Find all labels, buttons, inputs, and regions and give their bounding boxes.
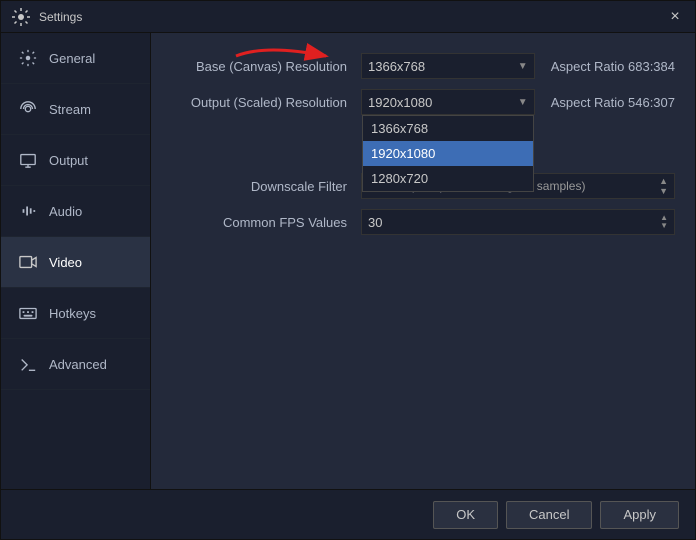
- output-resolution-control: 1920x1080 ▼ 1366x768 1920x1080 1280x720: [361, 89, 675, 115]
- output-aspect-ratio: Aspect Ratio 546:307: [551, 95, 675, 110]
- sidebar-item-output[interactable]: Output: [1, 135, 150, 186]
- fps-value: 30: [368, 215, 382, 230]
- main-panel: Base (Canvas) Resolution 1366x768 ▼ Aspe…: [151, 33, 695, 489]
- fps-spinbox[interactable]: 30 ▲ ▼: [361, 209, 675, 235]
- output-icon: [17, 149, 39, 171]
- gear-icon: [17, 47, 39, 69]
- output-resolution-label: Output (Scaled) Resolution: [171, 95, 361, 110]
- base-aspect-ratio: Aspect Ratio 683:384: [551, 59, 675, 74]
- resolution-option-1280[interactable]: 1280x720: [363, 166, 533, 191]
- app-icon: [11, 7, 31, 27]
- annotation-arrow: [226, 38, 336, 77]
- settings-window: Settings × General: [0, 0, 696, 540]
- fps-down-arrow[interactable]: ▼: [660, 222, 668, 230]
- audio-icon: [17, 200, 39, 222]
- sidebar-item-hotkeys[interactable]: Hotkeys: [1, 288, 150, 339]
- sidebar: General Stream: [1, 33, 151, 489]
- base-resolution-control: 1366x768 ▼ Aspect Ratio 683:384: [361, 53, 675, 79]
- fps-label: Common FPS Values: [171, 215, 361, 230]
- fps-row: Common FPS Values 30 ▲ ▼: [171, 209, 675, 235]
- output-resolution-row: Output (Scaled) Resolution 1920x1080 ▼ 1…: [171, 89, 675, 115]
- sidebar-label-advanced: Advanced: [49, 357, 107, 372]
- cancel-button[interactable]: Cancel: [506, 501, 592, 529]
- sidebar-label-hotkeys: Hotkeys: [49, 306, 96, 321]
- base-resolution-value: 1366x768: [368, 59, 425, 74]
- sidebar-label-general: General: [49, 51, 95, 66]
- dropdown-arrow-base: ▼: [518, 61, 528, 72]
- content-area: General Stream: [1, 33, 695, 489]
- sidebar-item-advanced[interactable]: Advanced: [1, 339, 150, 390]
- video-icon: [17, 251, 39, 273]
- sidebar-label-video: Video: [49, 255, 82, 270]
- output-resolution-value: 1920x1080: [368, 95, 432, 110]
- apply-button[interactable]: Apply: [600, 501, 679, 529]
- keyboard-icon: [17, 302, 39, 324]
- advanced-icon: [17, 353, 39, 375]
- window-title: Settings: [39, 10, 82, 24]
- sidebar-item-audio[interactable]: Audio: [1, 186, 150, 237]
- titlebar: Settings ×: [1, 1, 695, 33]
- ok-button[interactable]: OK: [433, 501, 498, 529]
- fps-control: 30 ▲ ▼: [361, 209, 675, 235]
- downscale-filter-label: Downscale Filter: [171, 179, 361, 194]
- resolution-option-1366[interactable]: 1366x768: [363, 116, 533, 141]
- resolution-option-1920[interactable]: 1920x1080: [363, 141, 533, 166]
- sidebar-label-audio: Audio: [49, 204, 82, 219]
- stream-icon: [17, 98, 39, 120]
- sidebar-label-output: Output: [49, 153, 88, 168]
- dropdown-arrow-downscale: ▲▼: [659, 176, 668, 196]
- output-resolution-menu: 1366x768 1920x1080 1280x720: [362, 115, 534, 192]
- sidebar-item-video[interactable]: Video: [1, 237, 150, 288]
- base-resolution-dropdown[interactable]: 1366x768 ▼: [361, 53, 535, 79]
- close-button[interactable]: ×: [665, 7, 685, 27]
- footer: OK Cancel Apply: [1, 489, 695, 539]
- titlebar-left: Settings: [11, 7, 82, 27]
- dropdown-arrow-output: ▼: [518, 97, 528, 108]
- output-resolution-dropdown[interactable]: 1920x1080 ▼ 1366x768 1920x1080 1280x720: [361, 89, 535, 115]
- fps-spinbox-arrows: ▲ ▼: [660, 209, 668, 235]
- sidebar-item-stream[interactable]: Stream: [1, 84, 150, 135]
- sidebar-label-stream: Stream: [49, 102, 91, 117]
- sidebar-item-general[interactable]: General: [1, 33, 150, 84]
